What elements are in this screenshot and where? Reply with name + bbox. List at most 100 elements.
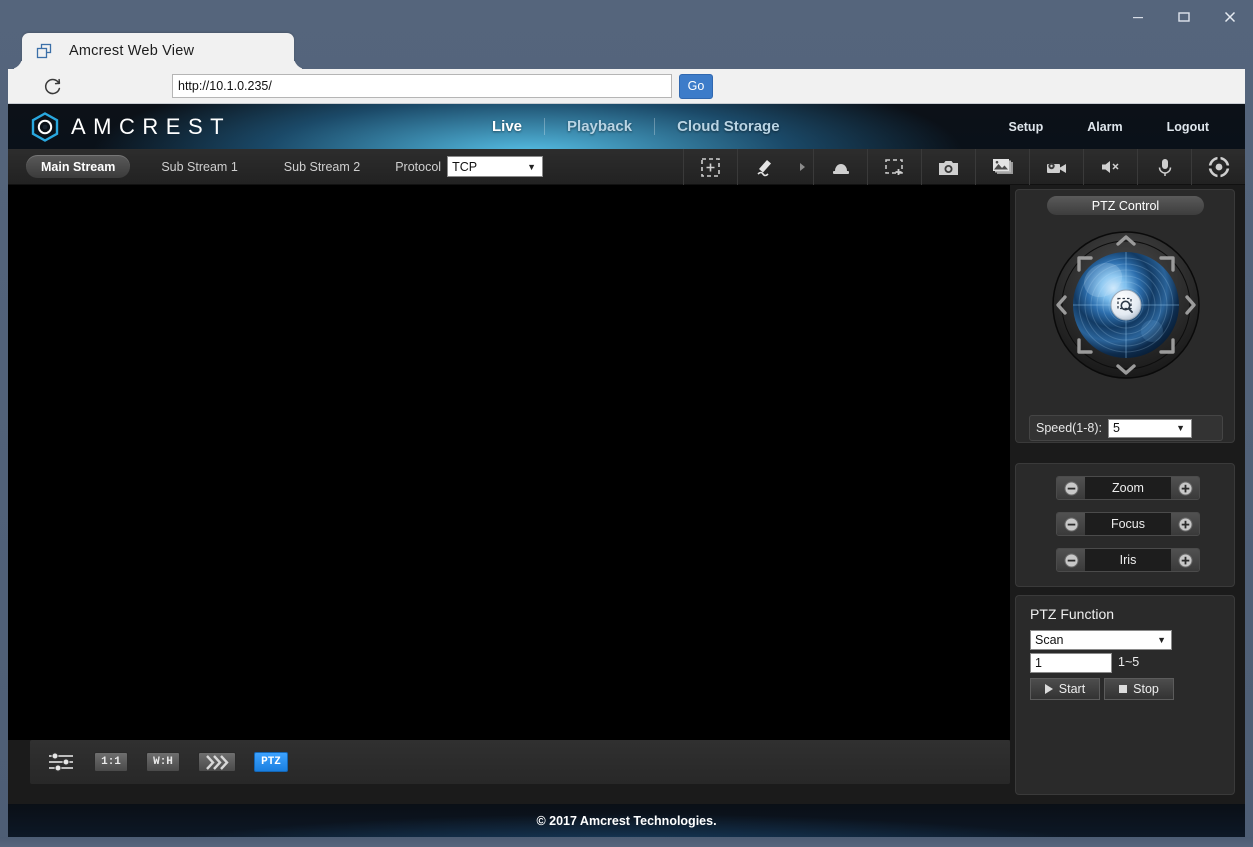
reload-button[interactable] [30,72,76,100]
chevron-down-icon: ▼ [1176,423,1186,433]
protocol-value: TCP [452,159,478,174]
ratio-wh-label: W:H [146,752,180,772]
expand-arrow-icon [800,163,805,171]
fluency-button[interactable] [198,751,236,773]
protocol-label: Protocol [395,159,442,174]
ptz-function-range: 1~5 [1118,655,1140,669]
ptz-zoom-row: Zoom [1056,476,1200,500]
chevron-down-icon: ▼ [1157,635,1166,645]
zoom-region-icon [701,157,720,177]
nav-item-live[interactable]: Live [470,118,544,135]
ptz-speed-row: Speed(1-8): 5 ▼ [1029,415,1223,441]
talk-button[interactable] [1137,149,1191,185]
image-adjust-button[interactable] [48,751,76,773]
snapshot-button[interactable] [921,149,975,185]
zoom-plus-button[interactable] [1171,477,1199,499]
ptz-joystick[interactable] [1051,230,1201,380]
ptz-stop-label: Stop [1133,682,1159,696]
nav-item-cloud-storage[interactable]: Cloud Storage [655,118,802,135]
ptz-function-input[interactable] [1030,653,1112,673]
ptz-function-value: Scan [1035,633,1064,647]
stream-tab-sub2[interactable]: Sub Stream 2 [269,155,375,178]
maximize-icon [1178,12,1190,22]
brand-logo: AMCREST [30,111,232,142]
ptz-start-label: Start [1058,682,1086,696]
ptz-iris-row: Iris [1056,548,1200,572]
zoom-region-button[interactable] [683,149,737,185]
ptz-focus-row: Focus [1056,512,1200,536]
browser-window: Amcrest Web View Go AMCREST L [0,0,1253,847]
window-close-button[interactable] [1207,0,1253,34]
ptz-control-card: PTZ Control Speed(1-8): 5 ▼ [1015,189,1235,443]
site-footer: © 2017 Amcrest Technologies. [8,804,1245,837]
ptz-stop-button[interactable]: Stop [1104,678,1174,700]
draw-rule-icon [756,159,771,176]
toolbar-expand-button[interactable] [791,149,813,185]
window-stack-icon [36,43,52,58]
web-page: AMCREST Live Playback Cloud Storage Setu… [8,104,1245,837]
minimize-icon [1133,17,1143,19]
live-view-content: 1:1 W:H PTZ PTZ Control Speed(1-8): 5 ▼ … [8,185,1245,804]
ptz-lens-card: Zoom Focus Iris [1015,463,1235,587]
window-bottom-edge [0,837,1253,847]
ptz-speed-value: 5 [1113,421,1120,435]
focus-minus-button[interactable] [1057,513,1085,535]
window-maximize-button[interactable] [1161,0,1207,34]
ptz-panel-title: PTZ Control [1047,196,1204,215]
focus-plus-button[interactable] [1171,513,1199,535]
alarm-output-button[interactable] [813,149,867,185]
url-input[interactable] [172,74,672,98]
ptz-function-select[interactable]: Scan ▼ [1030,630,1172,650]
region-select-icon [885,158,903,175]
rules-draw-button[interactable] [737,149,791,185]
ratio-wh-button[interactable]: W:H [146,751,180,773]
plus-circle-icon [1178,553,1192,567]
browser-tab[interactable]: Amcrest Web View [22,33,294,69]
stream-toolbar: Main Stream Sub Stream 1 Sub Stream 2 Pr… [8,149,1245,185]
nav-item-alarm[interactable]: Alarm [1065,120,1144,134]
nav-item-logout[interactable]: Logout [1145,120,1231,134]
video-record-icon [1046,162,1066,173]
protocol-select[interactable]: TCP ▼ [447,156,544,177]
nav-item-playback[interactable]: Playback [545,118,654,135]
record-button[interactable] [1029,149,1083,185]
region-of-interest-button[interactable] [867,149,921,185]
play-icon [1044,684,1053,694]
nav-item-setup[interactable]: Setup [986,120,1065,134]
ptz-toggle-label: PTZ [254,752,288,772]
iris-plus-button[interactable] [1171,549,1199,571]
ptz-start-button[interactable]: Start [1030,678,1100,700]
audio-mute-button[interactable] [1083,149,1137,185]
zoom-minus-button[interactable] [1057,477,1085,499]
ptz-toolbar-button[interactable] [1191,149,1245,185]
ptz-sidebar: PTZ Control Speed(1-8): 5 ▼ Zoom Focus I… [1010,185,1245,804]
triple-snapshot-button[interactable] [975,149,1029,185]
camera-snapshot-icon [939,160,958,175]
fluency-chip [198,752,236,772]
ptz-toggle-button[interactable]: PTZ [254,751,288,773]
alarm-bell-icon [832,164,849,174]
stream-tab-main[interactable]: Main Stream [26,155,131,178]
browser-urlbar: Go [8,69,1245,104]
video-canvas[interactable] [8,185,1010,740]
stream-tab-sub1[interactable]: Sub Stream 1 [146,155,252,178]
ptz-speed-select[interactable]: 5 ▼ [1108,418,1193,438]
go-button[interactable]: Go [679,73,713,99]
amcrest-hexagon-logo-icon [31,111,59,142]
ptz-function-card: PTZ Function Scan ▼ 1~5 Start Stop [1015,595,1235,795]
site-header: AMCREST Live Playback Cloud Storage Setu… [8,104,1245,149]
video-column: 1:1 W:H PTZ [8,185,1010,804]
window-minimize-button[interactable] [1115,0,1161,34]
utility-nav: Setup Alarm Logout [986,104,1231,149]
image-adjust-icon [49,752,73,772]
minus-circle-icon [1064,553,1078,567]
chevron-down-icon: ▼ [527,161,537,172]
brand-name: AMCREST [71,113,232,139]
reload-icon [44,78,61,95]
ptz-iris-label: Iris [1085,549,1171,571]
browser-tab-title: Amcrest Web View [69,43,195,59]
minus-circle-icon [1064,481,1078,495]
ratio-1-1-button[interactable]: 1:1 [94,751,128,773]
fluency-wave-icon [206,754,229,770]
iris-minus-button[interactable] [1057,549,1085,571]
